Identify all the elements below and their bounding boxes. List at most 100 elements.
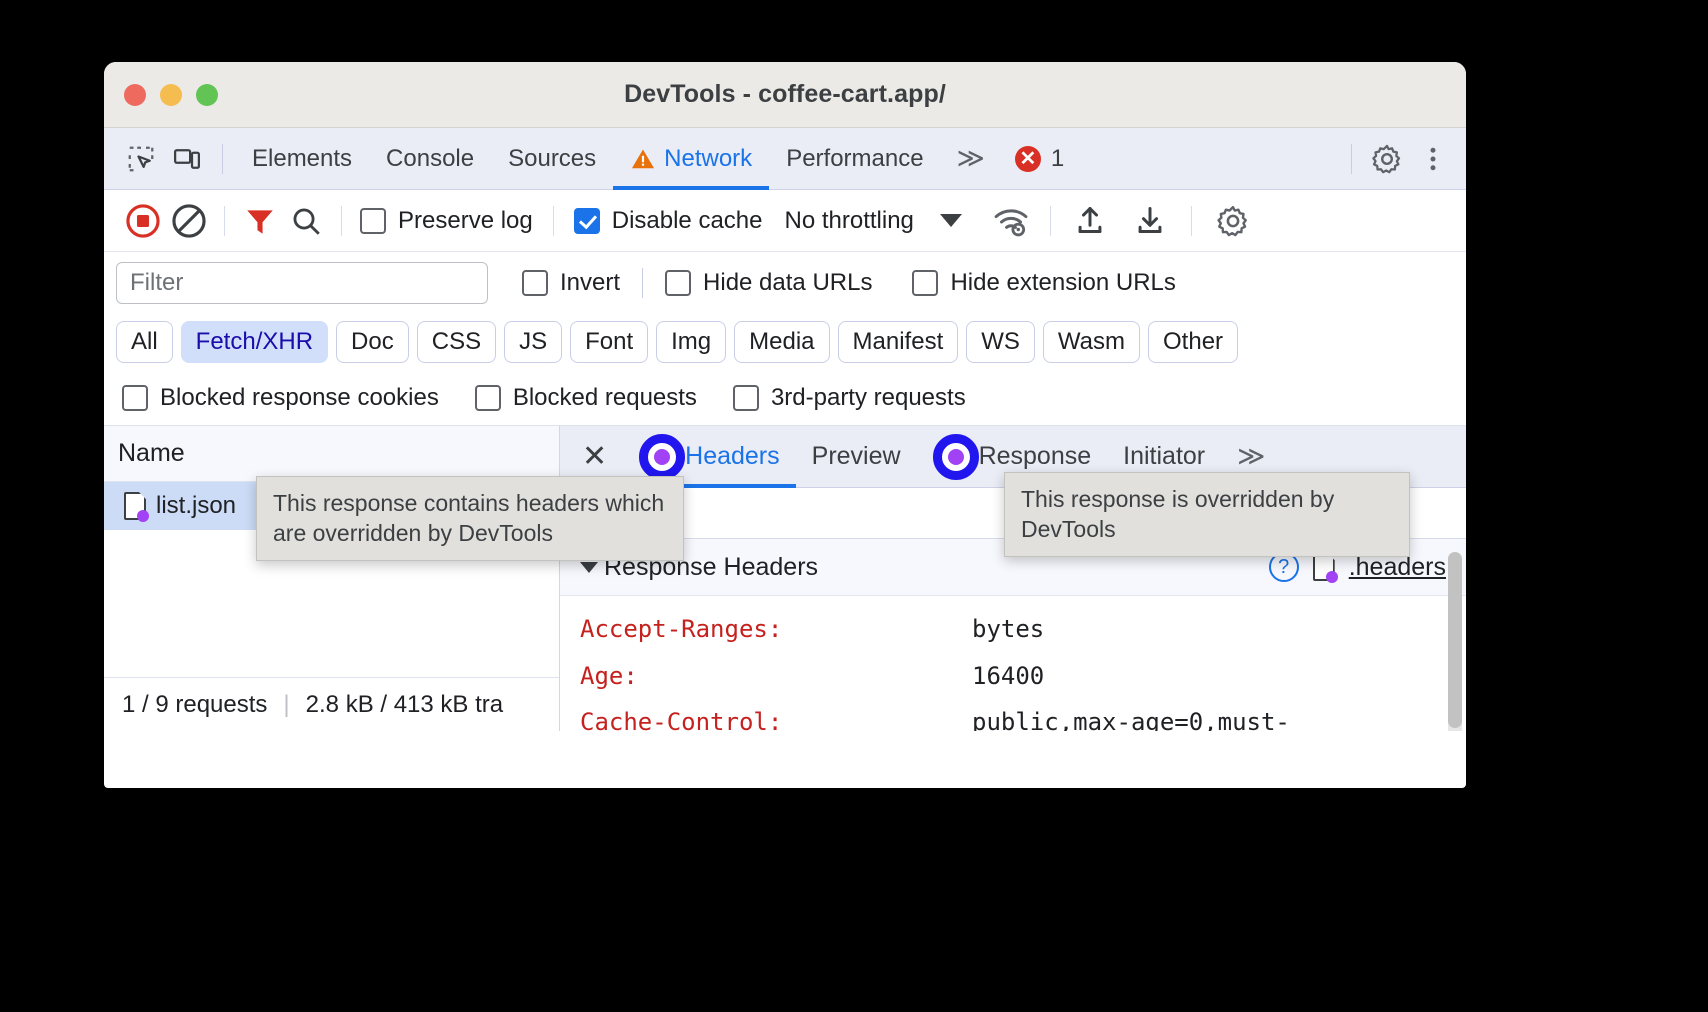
hide-extension-urls-box — [912, 270, 938, 296]
chip-other[interactable]: Other — [1148, 321, 1238, 363]
filter-icon[interactable] — [237, 198, 283, 244]
filter-row: Invert Hide data URLs Hide extension URL… — [104, 252, 1466, 314]
third-party-requests-checkbox[interactable]: 3rd-party requests — [733, 384, 966, 412]
chip-font[interactable]: Font — [570, 321, 648, 363]
filter-divider-1 — [642, 268, 643, 298]
tab-performance[interactable]: Performance — [769, 128, 940, 190]
chip-wasm[interactable]: Wasm — [1043, 321, 1140, 363]
clear-icon[interactable] — [166, 198, 212, 244]
hide-extension-urls-label: Hide extension URLs — [950, 269, 1175, 297]
error-icon: ✕ — [1015, 146, 1041, 172]
chip-js[interactable]: JS — [504, 321, 562, 363]
chip-ws[interactable]: WS — [966, 321, 1035, 363]
chip-manifest[interactable]: Manifest — [838, 321, 959, 363]
header-name: Age: — [580, 661, 972, 692]
network-toolbar: Preserve log Disable cache No throttling — [104, 190, 1466, 252]
header-value[interactable]: public,max-age=0,must-revalidate — [972, 707, 1402, 731]
tab-headers-label: Headers — [685, 442, 780, 471]
headers-file-overridden-icon — [1313, 553, 1335, 581]
panel-right-tools — [1339, 136, 1466, 182]
tab-preview[interactable]: Preview — [796, 426, 917, 488]
disable-cache-label: Disable cache — [612, 207, 763, 235]
blocked-requests-label: Blocked requests — [513, 384, 697, 412]
override-dot-icon — [948, 449, 964, 465]
disable-cache-box — [574, 208, 600, 234]
toolbar-divider-2 — [1351, 144, 1352, 174]
header-name: Cache-Control: — [580, 707, 972, 731]
devtools-panel-tabstrip: Elements Console Sources Network Perform… — [104, 128, 1466, 190]
blocked-response-cookies-checkbox[interactable]: Blocked response cookies — [122, 384, 439, 412]
json-file-overridden-icon — [124, 492, 146, 520]
more-panels-icon[interactable]: ≫ — [941, 143, 1001, 174]
inspect-element-icon[interactable] — [118, 136, 164, 182]
chevron-down-icon[interactable] — [940, 214, 962, 227]
chip-fetch-xhr[interactable]: Fetch/XHR — [181, 321, 328, 363]
hide-extension-urls-checkbox[interactable]: Hide extension URLs — [912, 269, 1175, 297]
status-divider: | — [283, 691, 289, 719]
third-party-requests-box — [733, 385, 759, 411]
header-value[interactable]: 16400 — [972, 661, 1044, 692]
device-toolbar-icon[interactable] — [164, 136, 210, 182]
invert-label: Invert — [560, 269, 620, 297]
chip-media[interactable]: Media — [734, 321, 829, 363]
request-name: list.json — [156, 492, 236, 520]
chip-doc[interactable]: Doc — [336, 321, 409, 363]
tab-sources[interactable]: Sources — [491, 128, 613, 190]
throttling-select[interactable]: No throttling — [784, 207, 913, 235]
record-stop-icon[interactable] — [120, 198, 166, 244]
hide-data-urls-checkbox[interactable]: Hide data URLs — [665, 269, 872, 297]
export-har-icon[interactable] — [1127, 198, 1173, 244]
tab-network[interactable]: Network — [613, 128, 769, 190]
tab-preview-label: Preview — [812, 442, 901, 471]
override-highlight-ring-headers — [639, 434, 685, 480]
import-har-icon[interactable] — [1067, 198, 1113, 244]
network-status-bar: 1 / 9 requests | 2.8 kB / 413 kB tra — [104, 677, 559, 731]
invert-box — [522, 270, 548, 296]
net-divider-5 — [1191, 206, 1192, 236]
column-header-name[interactable]: Name — [104, 426, 559, 482]
blocked-response-cookies-box — [122, 385, 148, 411]
header-row: Cache-Control: public,max-age=0,must-rev… — [580, 707, 1466, 731]
request-count: 1 / 9 requests — [122, 691, 267, 719]
error-count: 1 — [1051, 145, 1064, 173]
chip-all[interactable]: All — [116, 321, 173, 363]
more-detail-tabs-icon[interactable]: ≫ — [1221, 441, 1281, 472]
expand-triangle-icon[interactable] — [580, 562, 598, 573]
error-count-badge[interactable]: ✕ 1 — [1015, 145, 1064, 173]
wifi-settings-icon[interactable] — [988, 198, 1034, 244]
preserve-log-label: Preserve log — [398, 207, 533, 235]
header-value[interactable]: bytes — [972, 614, 1044, 645]
three-dot-menu-icon[interactable] — [1410, 136, 1456, 182]
search-icon[interactable] — [283, 198, 329, 244]
blocked-response-cookies-label: Blocked response cookies — [160, 384, 439, 412]
tooltip-response-overridden: This response is overridden by DevTools — [1004, 472, 1410, 557]
detail-scrollbar[interactable] — [1448, 552, 1462, 731]
disable-cache-checkbox[interactable]: Disable cache — [574, 207, 763, 235]
request-list-pane: Name list.json 1 / 9 requests | 2.8 kB /… — [104, 426, 560, 731]
override-dot-icon — [654, 449, 670, 465]
preserve-log-checkbox[interactable]: Preserve log — [360, 207, 533, 235]
tab-console[interactable]: Console — [369, 128, 491, 190]
detail-scrollbar-thumb[interactable] — [1448, 552, 1462, 728]
tooltip-headers-overridden: This response contains headers which are… — [256, 476, 684, 561]
tab-initiator-label: Initiator — [1123, 442, 1205, 471]
net-divider-4 — [1050, 206, 1051, 236]
tab-console-label: Console — [386, 145, 474, 173]
network-settings-gear-icon[interactable] — [1210, 198, 1256, 244]
third-party-requests-label: 3rd-party requests — [771, 384, 966, 412]
header-name: Accept-Ranges: — [580, 614, 972, 645]
headers-file-link[interactable]: .headers — [1349, 553, 1446, 582]
tab-elements[interactable]: Elements — [235, 128, 369, 190]
invert-checkbox[interactable]: Invert — [522, 269, 620, 297]
gear-icon[interactable] — [1364, 136, 1410, 182]
close-icon[interactable]: ✕ — [582, 439, 623, 474]
tab-elements-label: Elements — [252, 145, 352, 173]
blocked-requests-checkbox[interactable]: Blocked requests — [475, 384, 697, 412]
filter-input[interactable] — [116, 262, 488, 304]
hide-data-urls-label: Hide data URLs — [703, 269, 872, 297]
warning-triangle-icon — [630, 146, 656, 172]
chip-css[interactable]: CSS — [417, 321, 496, 363]
chip-img[interactable]: Img — [656, 321, 726, 363]
transferred-size: 2.8 kB / 413 kB tra — [306, 691, 503, 719]
extra-filter-row: Blocked response cookies Blocked request… — [104, 370, 1466, 426]
